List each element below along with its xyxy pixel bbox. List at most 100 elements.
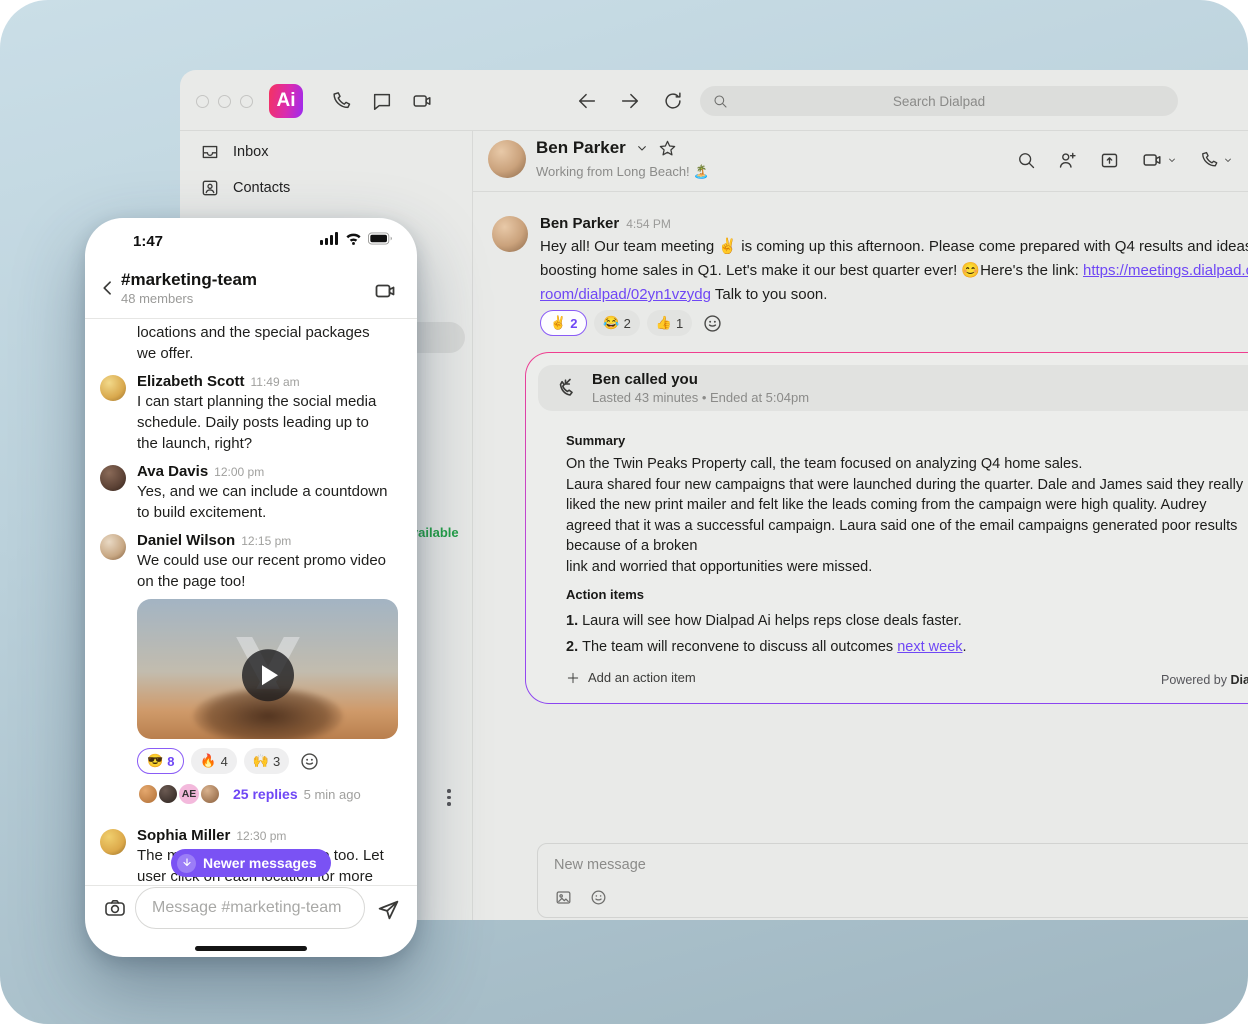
- reply-avatar: [137, 783, 159, 805]
- window-traffic-lights[interactable]: [196, 95, 253, 108]
- message-avatar: [100, 534, 126, 560]
- message-text-line: locations and the special packages: [137, 322, 370, 343]
- text-link[interactable]: room/dialpad/02yn1vzydg: [540, 286, 711, 303]
- send-icon[interactable]: [376, 897, 401, 922]
- call-event-title: Ben called you: [592, 371, 809, 388]
- reaction-pill[interactable]: 🔥4: [191, 748, 236, 774]
- channel-message-input[interactable]: [135, 887, 365, 929]
- message-author: Ben Parker: [540, 215, 619, 232]
- chat-header: Ben Parker Working from Long Beach! 🏝️: [473, 131, 1248, 191]
- message-time: 12:00 pm: [214, 465, 264, 479]
- reaction-emoji: 🙌: [253, 753, 269, 769]
- newer-messages-button[interactable]: Newer messages: [171, 849, 331, 877]
- home-indicator[interactable]: [195, 946, 307, 951]
- reaction-pill[interactable]: 😎8: [137, 748, 184, 774]
- reaction-emoji: 🔥: [200, 753, 216, 769]
- call-event-subtitle: Lasted 43 minutes • Ended at 5:04pm: [592, 390, 809, 405]
- message-author: Sophia Miller: [137, 827, 230, 844]
- thread-replies[interactable]: AE25 replies5 min ago: [137, 782, 398, 806]
- channel-title: #marketing-team: [121, 270, 257, 290]
- phone-icon[interactable]: [1199, 150, 1219, 170]
- chevron-down-icon[interactable]: [1222, 154, 1234, 166]
- message-content: Daniel Wilson12:15 pmWe could use our re…: [137, 532, 398, 818]
- search-input[interactable]: [728, 94, 1150, 109]
- call-event-header[interactable]: Ben called you Lasted 43 minutes • Ended…: [538, 365, 1248, 411]
- message-time: 12:30 pm: [236, 829, 286, 843]
- text-link[interactable]: https://meetings.dialpad.com/: [1083, 262, 1248, 279]
- forward-icon[interactable]: [619, 90, 641, 112]
- message-name-row: Daniel Wilson12:15 pm: [137, 532, 398, 550]
- video-attachment[interactable]: [137, 599, 398, 739]
- text-line: Hey all! Our team meeting ✌️ is coming u…: [540, 235, 1248, 259]
- reaction-pill[interactable]: 🙌3: [244, 748, 289, 774]
- message-text-line: I can start planning the social media: [137, 391, 376, 412]
- video-icon[interactable]: [1141, 149, 1163, 171]
- message-avatar: [100, 829, 126, 855]
- global-search[interactable]: [700, 86, 1178, 116]
- action-item-number: 1.: [566, 613, 578, 629]
- phone-icon[interactable]: [330, 90, 352, 112]
- add-reaction-button[interactable]: [296, 748, 322, 774]
- message-text-line: to build excitement.: [137, 502, 387, 523]
- star-icon[interactable]: [658, 139, 677, 158]
- new-message-input[interactable]: [554, 857, 1154, 873]
- emoji-icon[interactable]: [589, 888, 608, 907]
- add-reaction-icon: [299, 751, 320, 772]
- summary-line: On the Twin Peaks Property call, the tea…: [566, 454, 1248, 475]
- back-chevron-icon[interactable]: [98, 278, 118, 298]
- video-icon[interactable]: [411, 90, 433, 112]
- chevron-down-icon[interactable]: [634, 140, 650, 156]
- camera-icon[interactable]: [103, 896, 127, 920]
- sidebar-item-label: Contacts: [233, 180, 290, 196]
- sidebar-item-contacts[interactable]: Contacts: [200, 178, 290, 198]
- powered-by: Powered by Dialpad Ai: [1161, 673, 1248, 687]
- chat-icon[interactable]: [371, 90, 393, 112]
- phone-status-bar: 1:47: [85, 230, 417, 252]
- arrow-down-icon: [181, 857, 193, 869]
- replies-link[interactable]: 25 replies: [233, 786, 298, 802]
- page-background: Ai Inbox Contacts Available Be: [0, 0, 1248, 1024]
- text-segment: Hey all! Our team meeting ✌️ is coming u…: [540, 238, 1248, 255]
- contact-status: Working from Long Beach! 🏝️: [536, 164, 709, 180]
- contact-avatar[interactable]: [488, 140, 526, 178]
- message-content: Ava Davis12:00 pmYes, and we can include…: [137, 463, 387, 523]
- compose-box[interactable]: [537, 843, 1248, 918]
- reaction-pill[interactable]: 😂2: [594, 310, 639, 336]
- search-icon[interactable]: [1016, 150, 1036, 170]
- plus-icon: [566, 671, 580, 685]
- message-time: 12:15 pm: [241, 534, 291, 548]
- video-icon[interactable]: [373, 279, 397, 303]
- add-action-item-button[interactable]: Add an action item: [566, 670, 1248, 685]
- cellular-icon: [320, 232, 339, 245]
- more-options-kebab-icon[interactable]: [443, 785, 455, 810]
- reaction-pill[interactable]: ✌️2: [540, 310, 587, 336]
- reaction-emoji: 👍: [656, 315, 672, 331]
- refresh-icon[interactable]: [662, 90, 684, 112]
- channel-message: locations and the special packageswe off…: [100, 322, 401, 364]
- image-icon[interactable]: [554, 888, 573, 907]
- play-button[interactable]: [242, 649, 294, 701]
- reaction-count: 1: [676, 316, 683, 331]
- person-add-icon[interactable]: [1057, 150, 1078, 171]
- screen-share-icon[interactable]: [1099, 150, 1120, 171]
- summary-line: liked the new print mailer and felt like…: [566, 495, 1248, 516]
- text-link[interactable]: next week: [897, 639, 962, 655]
- message-content: locations and the special packageswe off…: [137, 322, 370, 364]
- reaction-pill[interactable]: 👍1: [647, 310, 692, 336]
- reaction-count: 2: [624, 316, 631, 331]
- action-item-number: 2.: [566, 639, 578, 655]
- message-time: 4:54 PM: [626, 217, 671, 231]
- text-segment: .: [963, 639, 967, 655]
- back-icon[interactable]: [576, 90, 598, 112]
- sidebar-item-inbox[interactable]: Inbox: [200, 142, 268, 162]
- message-text-line: Yes, and we can include a countdown: [137, 481, 387, 502]
- channel-message: Ava Davis12:00 pmYes, and we can include…: [100, 463, 401, 523]
- chevron-down-icon[interactable]: [1166, 154, 1178, 166]
- channel-message: Elizabeth Scott11:49 amI can start plann…: [100, 373, 401, 454]
- phone-compose-row: [85, 887, 417, 935]
- battery-icon: [368, 232, 393, 245]
- reaction-count: 3: [273, 754, 280, 769]
- search-icon: [712, 93, 728, 109]
- add-reaction-button[interactable]: [699, 310, 725, 336]
- channel-message: Daniel Wilson12:15 pmWe could use our re…: [100, 532, 401, 818]
